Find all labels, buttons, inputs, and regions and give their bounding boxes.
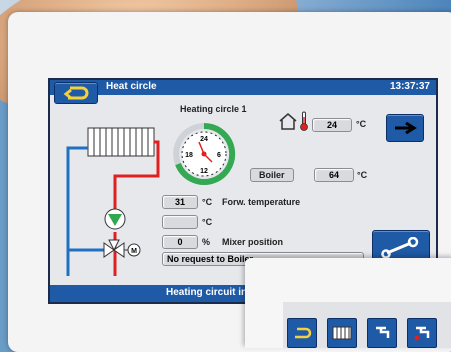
back-button[interactable]: [54, 82, 98, 104]
room-temperature-unit: °C: [356, 119, 367, 129]
clock-label-24: 24: [200, 136, 208, 143]
forward-temperature-field[interactable]: 31: [162, 195, 198, 209]
mixer-position-field[interactable]: 0: [162, 235, 198, 249]
back-arrow-icon: [295, 327, 312, 339]
title-bar: Heat circle 13:37:37: [50, 80, 436, 95]
boiler-temperature-field[interactable]: 64: [314, 168, 354, 182]
mixer-position-label: Mixer position: [222, 237, 284, 247]
boiler-label: Boiler: [250, 168, 294, 182]
mixer-motor-label: M: [131, 248, 137, 255]
pump-icon: [104, 208, 126, 230]
room-temperature-field[interactable]: 24: [312, 118, 352, 132]
clock-label-18: 18: [185, 152, 193, 159]
page-title: Heat circle: [106, 81, 157, 92]
boiler-temperature-unit: °C: [357, 170, 368, 180]
mixer-position-unit: %: [202, 237, 211, 247]
status-bar-text: Heating circuit in: [166, 287, 248, 298]
second-device: [245, 258, 451, 348]
second-temperature-unit: °C: [202, 217, 213, 227]
heating-schedule-clock: 24 6 12 18: [173, 122, 236, 185]
radiator-icon: [332, 326, 352, 340]
next-button[interactable]: [386, 114, 424, 142]
mini-radiator-button[interactable]: [327, 318, 357, 348]
arrow-right-icon: [395, 122, 417, 134]
mixer-valve-icon: M: [103, 239, 141, 258]
back-arrow-icon: [63, 86, 89, 100]
forward-temperature-label: Forw. temperature: [222, 197, 301, 207]
thermometer-icon: [300, 111, 308, 131]
forward-temperature-unit: °C: [202, 197, 213, 207]
tap-icon: [376, 326, 390, 338]
hot-water-tap-icon: [414, 326, 430, 341]
wrench-icon: [381, 237, 419, 259]
clock-label-6: 6: [217, 152, 221, 159]
clock-time: 13:37:37: [389, 81, 430, 92]
clock-label-12: 12: [200, 168, 208, 175]
mini-hot-water-button[interactable]: [407, 318, 437, 348]
second-temperature-field[interactable]: [162, 215, 198, 229]
circuit-name: Heating circle 1: [180, 104, 247, 114]
mini-tap-button[interactable]: [367, 318, 397, 348]
mini-back-button[interactable]: [287, 318, 317, 348]
house-icon: [279, 113, 297, 130]
